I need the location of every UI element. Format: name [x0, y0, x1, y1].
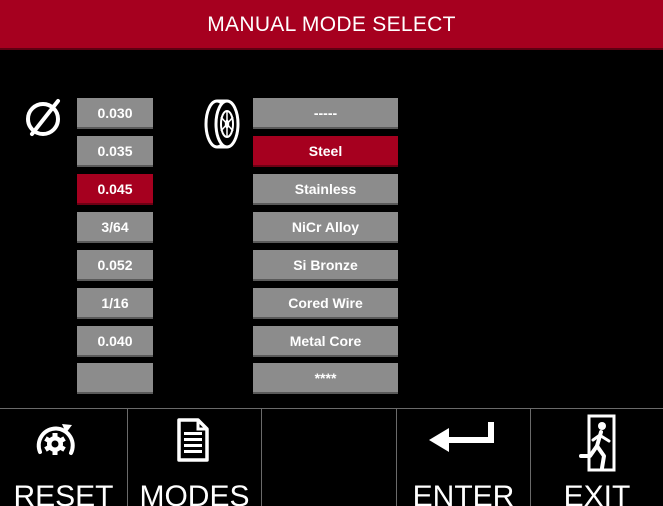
diameter-icon	[22, 96, 66, 140]
document-icon	[177, 418, 209, 462]
material-option[interactable]: Si Bronze	[253, 250, 398, 281]
material-option[interactable]: -----	[253, 98, 398, 129]
exit-label: EXIT	[563, 480, 631, 506]
footer-separator	[530, 408, 531, 506]
enter-label: ENTER	[412, 480, 515, 506]
diameter-option[interactable]	[77, 363, 153, 394]
title-bar: MANUAL MODE SELECT	[0, 0, 663, 50]
footer-separator	[396, 408, 397, 506]
reset-label: RESET	[13, 480, 114, 506]
material-option[interactable]: ****	[253, 363, 398, 394]
modes-button[interactable]: MODES	[128, 408, 261, 506]
enter-button[interactable]: ENTER	[397, 408, 530, 506]
diameter-option[interactable]: 0.030	[77, 98, 153, 129]
wire-spool-icon	[200, 96, 244, 152]
diameter-option-selected[interactable]: 0.045	[77, 174, 153, 205]
material-option[interactable]: NiCr Alloy	[253, 212, 398, 243]
diameter-option[interactable]: 3/64	[77, 212, 153, 243]
exit-button[interactable]: EXIT	[531, 408, 663, 506]
footer-toolbar: RESET MODES ENTER EXIT	[0, 408, 663, 506]
diameter-option[interactable]: 1/16	[77, 288, 153, 319]
page-title: MANUAL MODE SELECT	[207, 13, 456, 36]
reset-button[interactable]: RESET	[0, 408, 127, 506]
material-option-selected[interactable]: Steel	[253, 136, 398, 167]
material-option[interactable]: Cored Wire	[253, 288, 398, 319]
footer-separator	[127, 408, 128, 506]
exit-door-icon	[579, 414, 616, 472]
reset-gear-icon	[36, 424, 75, 455]
diameter-option[interactable]: 0.035	[77, 136, 153, 167]
modes-label: MODES	[139, 480, 250, 506]
enter-arrow-icon	[429, 422, 494, 452]
diameter-option[interactable]: 0.040	[77, 326, 153, 357]
blank-button[interactable]	[262, 408, 396, 506]
footer-separator	[261, 408, 262, 506]
material-option[interactable]: Stainless	[253, 174, 398, 205]
material-option[interactable]: Metal Core	[253, 326, 398, 357]
diameter-option[interactable]: 0.052	[77, 250, 153, 281]
